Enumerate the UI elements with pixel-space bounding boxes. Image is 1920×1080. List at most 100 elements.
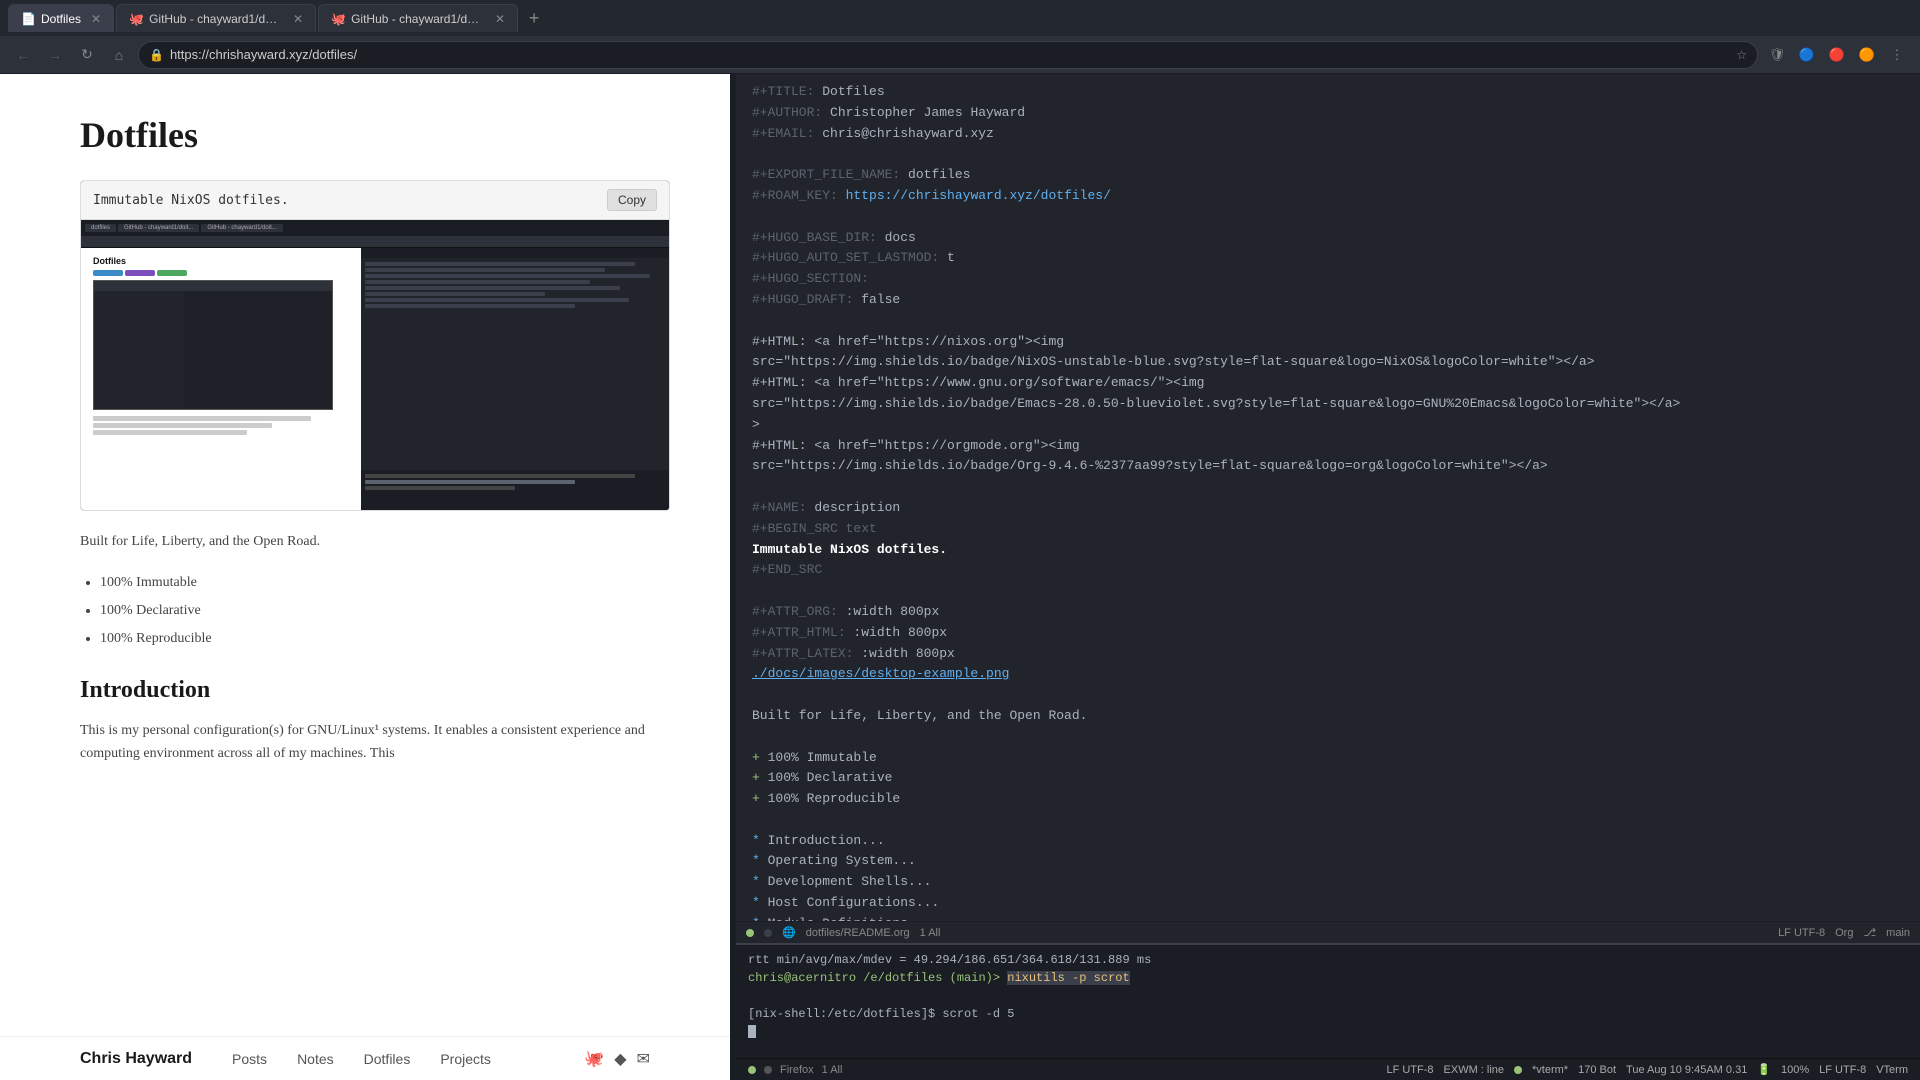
editor-mode: Org <box>1835 927 1853 939</box>
extension-btn-2[interactable]: 🔵 <box>1794 42 1820 68</box>
mini-code-line-7 <box>365 298 629 302</box>
mini-tab-1: dotfiles <box>85 224 116 232</box>
mini-s2-main <box>94 291 332 409</box>
menu-button[interactable]: ⋮ <box>1884 42 1910 68</box>
site-nav-brand: Chris Hayward <box>80 1050 192 1068</box>
mini-badge-3 <box>157 270 187 276</box>
site-body-text: Built for Life, Liberty, and the Open Ro… <box>80 531 670 553</box>
tab-1-favicon: 📄 <box>21 12 35 26</box>
nav-link-projects[interactable]: Projects <box>440 1051 491 1067</box>
mini-terminal <box>361 470 669 510</box>
mini-s2-right <box>184 291 332 409</box>
extension-btn-4[interactable]: 🟠 <box>1854 42 1880 68</box>
browser-content: Dotfiles Immutable NixOS dotfiles. Copy … <box>0 74 730 1080</box>
editor-line-17: > <box>752 415 1904 436</box>
editor-line-36 <box>752 810 1904 831</box>
sys-app-label: VTerm <box>1876 1064 1908 1076</box>
mini-browser-left: Dotfiles <box>81 248 361 510</box>
home-button[interactable]: ⌂ <box>106 42 132 68</box>
tab-2[interactable]: 🐙 GitHub - chayward1/dotfi... ✕ <box>116 4 316 32</box>
tab-2-favicon: 🐙 <box>129 12 143 26</box>
editor-line-24: #+END_SRC <box>752 560 1904 581</box>
editor-line-16: src="https://img.shields.io/badge/Emacs-… <box>752 394 1904 415</box>
mini-line-2 <box>93 423 272 428</box>
editor-line-18: #+HTML: <a href="https://orgmode.org"><i… <box>752 436 1904 457</box>
mini-site-title: Dotfiles <box>93 256 349 266</box>
nav-link-dotfiles[interactable]: Dotfiles <box>364 1051 411 1067</box>
editor-line-21: #+NAME: description <box>752 498 1904 519</box>
sys-encoding: LF UTF-8 <box>1386 1064 1433 1076</box>
mini-badges <box>93 270 349 276</box>
terminal-cursor <box>748 1025 756 1038</box>
tab-bar: 📄 Dotfiles ✕ 🐙 GitHub - chayward1/dotfi.… <box>0 0 1920 36</box>
sys-vterm-lines: 170 Bot <box>1578 1064 1616 1076</box>
sys-battery-icon: 🔋 <box>1757 1063 1771 1076</box>
editor-line-32 <box>752 727 1904 748</box>
nav-link-posts[interactable]: Posts <box>232 1051 267 1067</box>
extension-btn-3[interactable]: 🔴 <box>1824 42 1850 68</box>
editor-line-3: #+EMAIL: chris@chrishayward.xyz <box>752 124 1904 145</box>
editor-line-15: #+HTML: <a href="https://www.gnu.org/sof… <box>752 373 1904 394</box>
site-content: Dotfiles Immutable NixOS dotfiles. Copy … <box>0 74 730 1080</box>
address-bar[interactable]: 🔒 https://chrishayward.xyz/dotfiles/ ☆ <box>138 41 1758 69</box>
editor-line-23: Immutable NixOS dotfiles. <box>752 540 1904 561</box>
sys-browser-label: Firefox <box>780 1064 814 1076</box>
editor-line-1: #+TITLE: Dotfiles <box>752 82 1904 103</box>
tab-3-title: GitHub - chayward1/dotfi... <box>351 12 485 26</box>
tab-1[interactable]: 📄 Dotfiles ✕ <box>8 4 114 32</box>
tab-1-close[interactable]: ✕ <box>91 12 101 26</box>
editor-line-14: src="https://img.shields.io/badge/NixOS-… <box>752 352 1904 373</box>
mini-line-1 <box>93 416 311 421</box>
editor-status-bar: 🌐 dotfiles/README.org 1 All LF UTF-8 Org… <box>736 921 1920 943</box>
editor-line-26: #+ATTR_ORG: :width 800px <box>752 602 1904 623</box>
sys-dot-1 <box>748 1066 756 1074</box>
mini-tabbar: dotfiles GitHub - chayward1/doit... GitH… <box>81 220 669 236</box>
nav-link-notes[interactable]: Notes <box>297 1051 334 1067</box>
terminal-content[interactable]: rtt min/avg/max/mdev = 49.294/186.651/36… <box>736 945 1920 1058</box>
github-icon[interactable]: 🐙 <box>584 1049 604 1069</box>
term-line-1: rtt min/avg/max/mdev = 49.294/186.651/36… <box>748 951 1908 969</box>
tab-3-favicon: 🐙 <box>331 12 345 26</box>
mini-navbar <box>81 236 669 248</box>
sys-datetime: Tue Aug 10 9:45AM 0.31 <box>1626 1064 1747 1076</box>
copy-button[interactable]: Copy <box>607 189 657 211</box>
mini-term-line-1 <box>365 474 635 478</box>
sys-dot-3 <box>1514 1066 1522 1074</box>
editor-line-40: * Host Configurations... <box>752 893 1904 914</box>
tab-2-close[interactable]: ✕ <box>293 12 303 26</box>
editor-line-19: src="https://img.shields.io/badge/Org-9.… <box>752 456 1904 477</box>
social-icon-2[interactable]: ◆ <box>614 1049 626 1069</box>
term-line-blank <box>748 987 1908 1005</box>
editor-file-name: dotfiles/README.org <box>806 927 910 939</box>
sys-spaces: 1 All <box>822 1064 843 1076</box>
forward-button[interactable]: → <box>42 42 68 68</box>
lock-icon: 🔒 <box>149 48 164 62</box>
mini-s2-bar <box>94 281 332 291</box>
back-button[interactable]: ← <box>10 42 36 68</box>
editor-line-37: * Introduction... <box>752 831 1904 852</box>
extension-btn-1[interactable]: 🛡 <box>1764 42 1790 68</box>
tab-3-close[interactable]: ✕ <box>495 12 505 26</box>
editor-line-20 <box>752 477 1904 498</box>
reload-button[interactable]: ↻ <box>74 42 100 68</box>
sys-dot-2 <box>764 1066 772 1074</box>
new-tab-button[interactable]: + <box>520 4 548 32</box>
mini-code-line-3 <box>365 274 650 278</box>
mini-code-line-8 <box>365 304 575 308</box>
editor-line-30 <box>752 685 1904 706</box>
email-icon[interactable]: ✉ <box>637 1049 650 1069</box>
editor-line-11: #+HUGO_DRAFT: false <box>752 290 1904 311</box>
editor-branch-icon: ⎇ <box>1863 926 1876 939</box>
system-status-bar: Firefox 1 All LF UTF-8 EXWM : line *vter… <box>736 1058 1920 1080</box>
tab-3[interactable]: 🐙 GitHub - chayward1/dotfi... ✕ <box>318 4 518 32</box>
mini-tab-3: GitHub - chayward1/doit... <box>201 224 282 232</box>
editor-encoding: LF UTF-8 <box>1778 927 1825 939</box>
mini-editor-content <box>361 258 669 470</box>
site-bottom-nav: Chris Hayward Posts Notes Dotfiles Proje… <box>0 1036 730 1080</box>
sys-right: LF UTF-8 EXWM : line *vterm* 170 Bot Tue… <box>1386 1063 1908 1076</box>
browser-chrome: 📄 Dotfiles ✕ 🐙 GitHub - chayward1/dotfi.… <box>0 0 1920 74</box>
editor-status-dot-1 <box>746 929 754 937</box>
screenshot-header: Immutable NixOS dotfiles. Copy <box>81 181 669 220</box>
mini-tab-2: GitHub - chayward1/doit... <box>118 224 199 232</box>
editor-content[interactable]: #+TITLE: Dotfiles#+AUTHOR: Christopher J… <box>736 74 1920 921</box>
